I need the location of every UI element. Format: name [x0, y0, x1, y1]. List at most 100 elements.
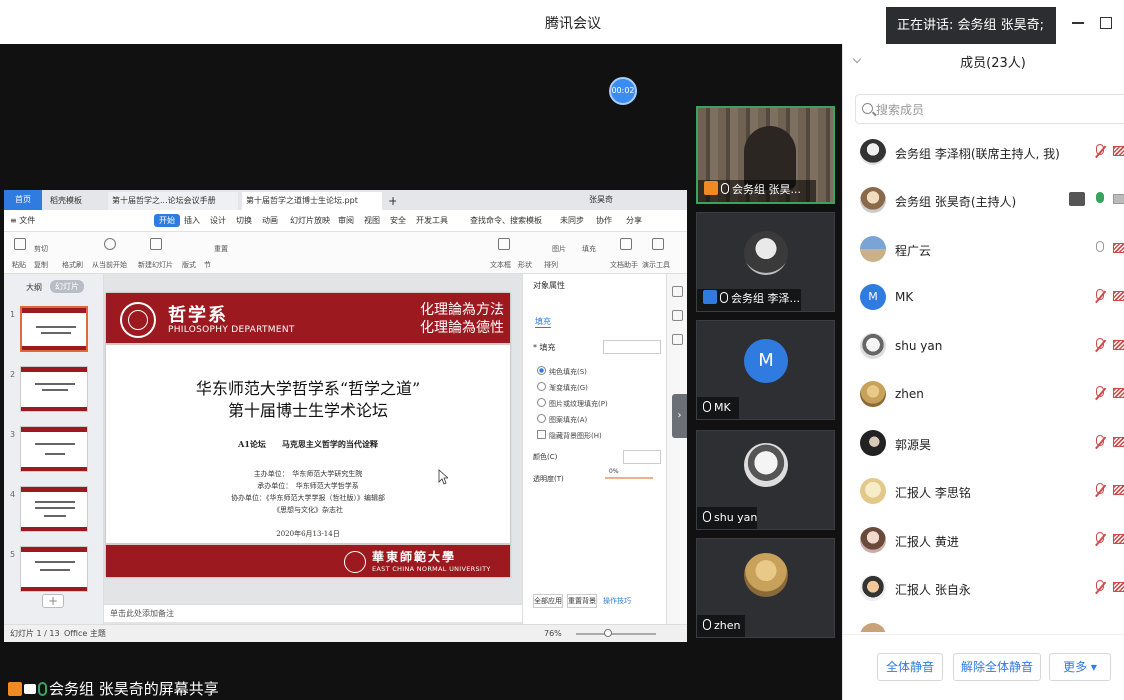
wps-ribbon: 粘贴 剪切 复制 格式刷 从当前开始 新建幻灯片 版式 节 重置 文本框 形状 … [4, 232, 687, 274]
camera-off-icon[interactable] [1113, 485, 1124, 496]
avatar [744, 443, 788, 487]
member-name: shu yan [895, 339, 943, 353]
slide-organizer: 协办单位：《华东师范大学学报（哲社版）》编辑部 [231, 494, 385, 502]
wps-menu-bar: ≡ 文件 开始 插入 设计 切换 动画 幻灯片放映 审阅 视图 安全 开发工具 … [4, 210, 687, 232]
object-properties-pane: 对象属性 填充 * 填充 纯色填充(S) 渐变填充(G) 图片或纹理填充(P) … [522, 274, 666, 624]
menu-insert: 插入 [184, 216, 200, 225]
camera-off-icon[interactable] [1113, 243, 1124, 254]
video-tile[interactable]: shu yan [696, 430, 835, 530]
mic-muted-icon[interactable] [1095, 532, 1106, 548]
mic-muted-icon[interactable] [1095, 386, 1106, 402]
host-badge-icon [8, 682, 22, 696]
present-tools-icon [652, 238, 664, 250]
chevron-down-icon[interactable] [853, 56, 863, 66]
menu-collab: 协作 [596, 216, 612, 225]
thumbnails-tab: 幻灯片 [50, 280, 84, 293]
collapse-pane-icon: › [672, 394, 687, 438]
video-tile[interactable]: zhen [696, 538, 835, 638]
menu-animation: 动画 [262, 216, 278, 225]
member-row[interactable]: 会务组 李泽栩(联席主持人, 我) [843, 132, 1124, 180]
camera-off-icon[interactable] [1113, 582, 1124, 593]
member-row[interactable]: 汇报人 黄进 [843, 520, 1124, 568]
video-tile-name: 会务组 李泽... [703, 290, 800, 306]
play-icon [104, 238, 116, 250]
camera-off-icon[interactable] [1113, 146, 1124, 157]
mic-muted-icon[interactable] [1095, 289, 1106, 305]
avatar [744, 553, 788, 597]
video-tile[interactable]: M MK [696, 320, 835, 420]
avatar [860, 623, 886, 632]
camera-off-icon[interactable] [1113, 437, 1124, 448]
menu-security: 安全 [390, 216, 406, 225]
member-row[interactable]: 汇报人 张自永 [843, 568, 1124, 616]
member-name: 会务组 张昊奇(主持人) [895, 195, 1017, 209]
menu-design: 设计 [210, 216, 226, 225]
avatar: M [860, 284, 886, 310]
slide-number: 5 [10, 550, 16, 559]
menu-devtools: 开发工具 [416, 216, 448, 225]
tile-name-text: 会务组 李泽... [731, 292, 800, 305]
member-row[interactable]: M MK [843, 277, 1124, 325]
search-placeholder: 搜索成员 [876, 103, 925, 117]
slide-thumbnail-pane: 大纲 幻灯片 1 2 3 4 5 + [4, 274, 104, 624]
mic-muted-icon[interactable] [1095, 580, 1106, 596]
ribbon-from-current: 从当前开始 [92, 261, 127, 269]
participants-panel: 成员(23人) 搜索成员 会务组 李泽栩(联席主持人, 我) 会务组 张昊奇(主… [842, 44, 1124, 700]
mute-all-button[interactable]: 全体静音 [877, 653, 943, 681]
video-tile[interactable]: 会务组 张昊... [696, 106, 835, 204]
wps-tab-home: 首页 [4, 190, 42, 210]
ribbon-fill: 填充 [582, 245, 596, 253]
outline-tab: 大纲 [26, 283, 42, 292]
apply-all-button: 全部应用 [533, 594, 563, 608]
member-row[interactable]: 郭源昊 [843, 423, 1124, 471]
avatar [860, 527, 886, 553]
unmute-all-button[interactable]: 解除全体静音 [953, 653, 1041, 681]
tile-name-text: MK [714, 401, 731, 414]
member-row[interactable] [843, 616, 1124, 632]
fill-option-gradient: 渐变填充(G) [537, 382, 588, 393]
slide-thumbnail [20, 306, 88, 352]
avatar [860, 575, 886, 601]
current-slide: 哲学系 PHILOSOPHY DEPARTMENT 化理論為方法 化理論為德性 … [106, 293, 510, 577]
avatar [860, 333, 886, 359]
dept-motto: 化理論為方法 化理論為德性 [394, 301, 504, 337]
video-tile[interactable]: 会务组 李泽... [696, 212, 835, 312]
slide-counter: 幻灯片 1 / 13 [10, 629, 60, 638]
transparency-value: 0% [609, 468, 619, 475]
ribbon-copy: 复制 [34, 261, 48, 269]
slide-title-line-2: 第十届博士生学术论坛 [227, 401, 388, 420]
motto-line-1: 化理論為方法 [420, 302, 504, 318]
camera-icon[interactable] [1113, 194, 1124, 205]
maximize-button[interactable] [1094, 8, 1118, 36]
mic-muted-icon[interactable] [1095, 144, 1106, 160]
member-name: 郭源昊 [895, 438, 932, 452]
camera-off-icon[interactable] [1113, 340, 1124, 351]
member-row[interactable]: 汇报人 李思铭 [843, 471, 1124, 519]
slide-subtitle: A1论坛 马克思主义哲学的当代诠释 [238, 439, 378, 449]
add-slide-button: + [42, 594, 64, 608]
mic-muted-icon[interactable] [1095, 435, 1106, 451]
member-row[interactable]: 程广云 [843, 229, 1124, 277]
fill-tab: 填充 [535, 317, 551, 328]
shape-icon [672, 310, 683, 321]
member-name: 会务组 李泽栩(联席主持人, 我) [895, 147, 1060, 161]
tile-name-text: zhen [714, 619, 741, 632]
mic-on-icon [38, 682, 47, 696]
member-name: 程广云 [895, 244, 932, 258]
member-search-input[interactable]: 搜索成员 [855, 94, 1124, 124]
minimize-button[interactable] [1066, 8, 1090, 36]
camera-off-icon[interactable] [1113, 291, 1124, 302]
fill-option-picture: 图片或纹理填充(P) [537, 398, 608, 409]
member-row[interactable]: 会务组 张昊奇(主持人) [843, 180, 1124, 228]
camera-off-icon[interactable] [1113, 388, 1124, 399]
new-slide-icon [150, 238, 162, 250]
mic-icon[interactable] [1095, 241, 1105, 257]
member-row[interactable]: shu yan [843, 326, 1124, 374]
mic-muted-icon[interactable] [1095, 338, 1106, 354]
ribbon-format-painter: 格式刷 [62, 261, 83, 269]
camera-off-icon[interactable] [1113, 534, 1124, 545]
mic-on-icon[interactable] [1095, 192, 1105, 208]
more-button[interactable]: 更多 ▾ [1049, 653, 1111, 681]
member-row[interactable]: zhen [843, 374, 1124, 422]
mic-muted-icon[interactable] [1095, 483, 1106, 499]
